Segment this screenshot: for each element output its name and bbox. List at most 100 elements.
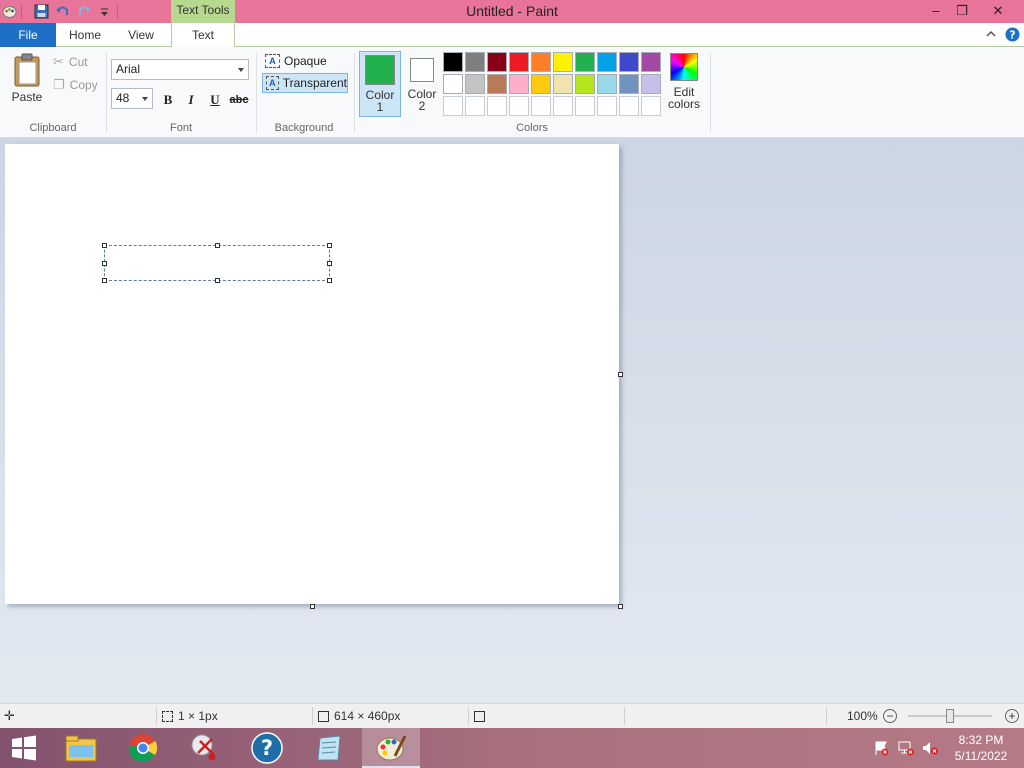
image-size-icon <box>318 710 329 722</box>
paint-taskbar-button[interactable] <box>362 728 420 768</box>
palette-color-swatch[interactable] <box>597 96 617 116</box>
palette-color-swatch[interactable] <box>575 74 595 94</box>
action-center-flag-icon[interactable] <box>873 740 889 756</box>
palette-color-swatch[interactable] <box>553 74 573 94</box>
minimize-ribbon-chevron-up-icon[interactable] <box>985 28 997 40</box>
palette-color-swatch[interactable] <box>531 52 551 72</box>
textbox-handle[interactable] <box>102 261 107 266</box>
textbox-handle[interactable] <box>327 243 332 248</box>
font-size-select[interactable]: 48 <box>111 88 153 109</box>
color1-label-line2: 1 <box>376 100 384 114</box>
notepad-icon <box>317 735 341 761</box>
tab-file[interactable]: File <box>0 23 56 47</box>
textbox-handle[interactable] <box>215 243 220 248</box>
volume-muted-icon[interactable] <box>922 740 938 756</box>
network-icon[interactable] <box>898 740 914 756</box>
opaque-button[interactable]: A Opaque <box>262 51 348 71</box>
tab-home[interactable]: Home <box>60 23 110 47</box>
palette-color-swatch[interactable] <box>509 74 529 94</box>
palette-color-swatch[interactable] <box>575 52 595 72</box>
palette-color-swatch[interactable] <box>509 96 529 116</box>
palette-color-swatch[interactable] <box>619 74 639 94</box>
underline-button[interactable]: U <box>205 91 225 109</box>
disk-icon <box>474 710 485 722</box>
palette-color-swatch[interactable] <box>443 52 463 72</box>
color1-button[interactable]: Color 1 <box>359 51 401 117</box>
palette-color-swatch[interactable] <box>597 74 617 94</box>
transparent-button[interactable]: A Transparent <box>262 73 348 93</box>
textbox-handle[interactable] <box>102 278 107 283</box>
palette-color-swatch[interactable] <box>641 52 661 72</box>
chevron-down-icon <box>238 68 244 72</box>
status-separator <box>156 707 157 725</box>
italic-button[interactable]: I <box>181 91 201 109</box>
bold-button[interactable]: B <box>158 91 178 109</box>
palette-color-swatch[interactable] <box>443 96 463 116</box>
snipping-tool-button[interactable] <box>176 728 234 768</box>
palette-color-swatch[interactable] <box>597 52 617 72</box>
canvas-resize-handle-bottom[interactable] <box>310 604 315 609</box>
color2-swatch <box>410 58 434 82</box>
palette-color-swatch[interactable] <box>509 52 529 72</box>
help-icon[interactable]: ? <box>1005 27 1020 42</box>
zoom-in-button[interactable]: + <box>1005 709 1019 723</box>
palette-color-swatch[interactable] <box>487 74 507 94</box>
start-button[interactable] <box>0 728 48 768</box>
opaque-icon: A <box>265 54 280 68</box>
zoom-slider-thumb[interactable] <box>946 709 954 723</box>
palette-color-swatch[interactable] <box>575 96 595 116</box>
textbox-handle[interactable] <box>102 243 107 248</box>
palette-color-swatch[interactable] <box>465 52 485 72</box>
textbox-handle[interactable] <box>215 278 220 283</box>
workspace <box>0 138 1024 703</box>
paste-button[interactable]: Paste <box>8 53 46 104</box>
status-separator <box>826 707 827 725</box>
tab-view[interactable]: View <box>116 23 166 47</box>
notepad-button[interactable] <box>300 728 358 768</box>
chevron-down-icon <box>142 97 148 101</box>
transparent-label: Transparent <box>282 76 347 90</box>
palette-color-swatch[interactable] <box>443 74 463 94</box>
drawing-canvas[interactable] <box>5 144 619 604</box>
help-app-button[interactable]: ? <box>238 728 296 768</box>
cut-label: Cut <box>68 55 88 69</box>
selection-size-text: 1 × 1px <box>178 709 218 723</box>
palette-color-swatch[interactable] <box>487 52 507 72</box>
canvas-resize-handle-right[interactable] <box>618 372 623 377</box>
paint-icon <box>376 735 407 761</box>
file-explorer-icon <box>65 735 97 762</box>
palette-color-swatch[interactable] <box>531 74 551 94</box>
copy-button[interactable]: ❐ Copy <box>53 77 98 93</box>
canvas-resize-handle-corner[interactable] <box>618 604 623 609</box>
palette-color-swatch[interactable] <box>619 96 639 116</box>
textbox-handle[interactable] <box>327 278 332 283</box>
font-group-label: Font <box>169 122 192 134</box>
chrome-button[interactable] <box>114 728 172 768</box>
text-entry-box[interactable] <box>104 245 330 281</box>
colors-group-label: Colors <box>516 122 548 134</box>
system-clock[interactable]: 8:32 PM 5/11/2022 <box>944 732 1018 764</box>
font-family-select[interactable]: Arial <box>111 59 249 80</box>
color1-swatch <box>365 55 395 85</box>
palette-color-swatch[interactable] <box>641 74 661 94</box>
cut-button[interactable]: ✂ Cut <box>53 54 88 70</box>
image-size: 614 × 460px <box>318 704 400 728</box>
textbox-handle[interactable] <box>327 261 332 266</box>
palette-color-swatch[interactable] <box>553 52 573 72</box>
palette-color-swatch[interactable] <box>641 96 661 116</box>
zoom-out-button[interactable]: − <box>883 709 897 723</box>
palette-color-swatch[interactable] <box>465 74 485 94</box>
color2-button[interactable]: Color 2 <box>401 51 443 117</box>
tab-text[interactable]: Text <box>171 23 235 48</box>
palette-color-swatch[interactable] <box>465 96 485 116</box>
paste-label: Paste <box>11 90 43 104</box>
restore-button[interactable]: ❐ <box>946 0 978 23</box>
strikethrough-button[interactable]: abc <box>228 91 250 109</box>
palette-color-swatch[interactable] <box>553 96 573 116</box>
edit-colors-button[interactable]: Edit colors <box>664 53 704 110</box>
palette-color-swatch[interactable] <box>531 96 551 116</box>
file-explorer-button[interactable] <box>52 728 110 768</box>
palette-color-swatch[interactable] <box>619 52 639 72</box>
palette-color-swatch[interactable] <box>487 96 507 116</box>
close-button[interactable]: ✕ <box>982 0 1014 23</box>
